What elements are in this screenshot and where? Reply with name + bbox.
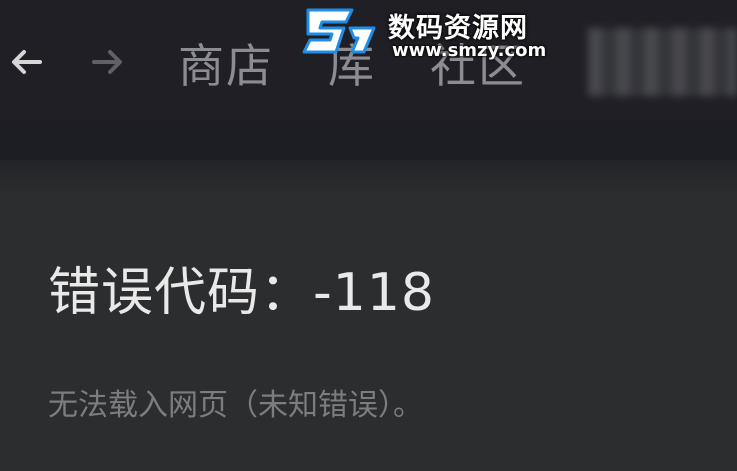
watermark: 数码资源网 www.smzy.com — [300, 2, 550, 64]
arrow-right-icon — [92, 50, 122, 74]
watermark-url: www.smzy.com — [392, 40, 547, 61]
blurred-username[interactable] — [588, 28, 737, 96]
divider — [0, 160, 737, 192]
error-code-title: 错误代码：-118 — [48, 263, 436, 323]
site-logo-icon — [300, 2, 382, 64]
arrow-left-icon — [12, 50, 42, 74]
tab-store[interactable]: 商店 — [178, 38, 274, 94]
error-message: 无法载入网页（未知错误）。 — [48, 388, 423, 423]
back-button[interactable] — [6, 42, 46, 82]
forward-button[interactable] — [88, 42, 128, 82]
